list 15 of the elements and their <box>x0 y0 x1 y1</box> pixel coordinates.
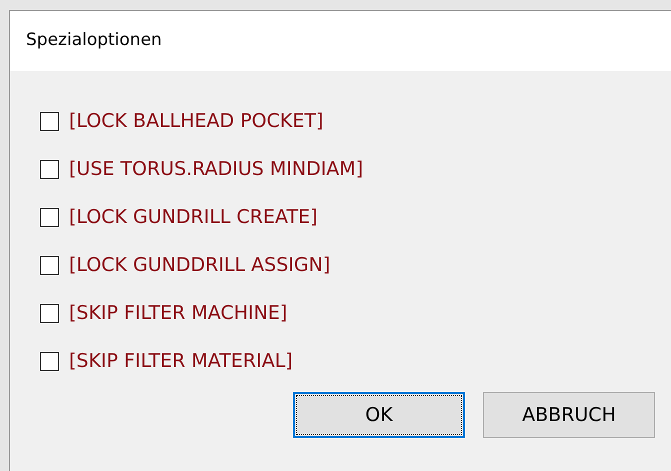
option-label: [LOCK GUNDDRILL ASSIGN] <box>69 253 330 278</box>
option-label: [LOCK BALLHEAD POCKET] <box>69 109 324 134</box>
option-label: [SKIP FILTER MACHINE] <box>69 301 288 326</box>
checkbox[interactable] <box>40 256 59 275</box>
checkbox[interactable] <box>40 304 59 323</box>
checkbox[interactable] <box>40 160 59 179</box>
window-title: Spezialoptionen <box>26 29 162 52</box>
ok-button[interactable]: OK <box>293 392 465 438</box>
cancel-button[interactable]: ABBRUCH <box>483 392 655 438</box>
checkbox[interactable] <box>40 112 59 131</box>
checkbox[interactable] <box>40 208 59 227</box>
option-label: [SKIP FILTER MATERIAL] <box>69 349 293 374</box>
option-label: [LOCK GUNDRILL CREATE] <box>69 205 318 230</box>
option-label: [USE TORUS.RADIUS MINDIAM] <box>69 157 364 182</box>
checkbox[interactable] <box>40 352 59 371</box>
